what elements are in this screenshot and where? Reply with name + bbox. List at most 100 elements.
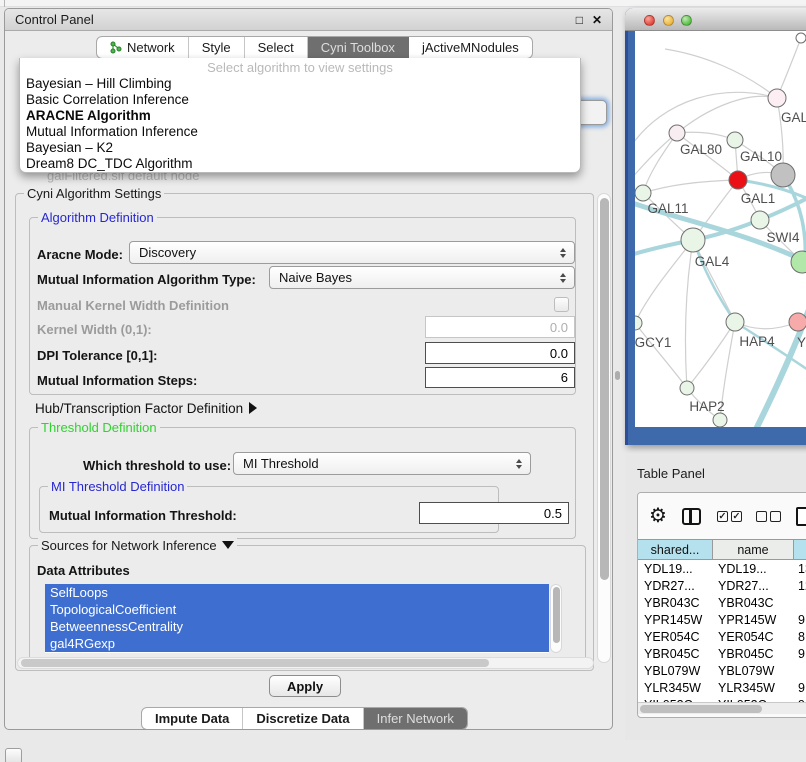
- table-row[interactable]: YBR045CYBR045C9.: [638, 645, 806, 662]
- select-all-button[interactable]: ✓ ✓: [717, 511, 742, 522]
- mac-minimize-button[interactable]: [663, 15, 674, 26]
- hub-definition-toggle[interactable]: Hub/Transcription Factor Definition: [35, 401, 257, 416]
- attribute-item[interactable]: BetweennessCentrality: [45, 618, 549, 635]
- algorithm-option[interactable]: Dream8 DC_TDC Algorithm: [20, 156, 580, 172]
- tab-discretize-data[interactable]: Discretize Data: [243, 708, 363, 729]
- table-cell: YLR345W: [713, 681, 794, 695]
- table-row[interactable]: YLR345WYLR345W9.: [638, 679, 806, 696]
- table-cell: YER054C: [638, 630, 713, 644]
- tab-network[interactable]: Network: [97, 37, 189, 58]
- kernel-width-field[interactable]: 0.0: [425, 316, 575, 338]
- network-node[interactable]: [796, 33, 806, 43]
- sources-title-wrap[interactable]: Sources for Network Inference: [38, 538, 237, 553]
- attribute-item[interactable]: gal4RGexp: [45, 635, 549, 652]
- mac-zoom-button[interactable]: [681, 15, 692, 26]
- dpi-tolerance-field[interactable]: 0.0: [425, 342, 575, 364]
- algorithm-option[interactable]: Bayesian – Hill Climbing: [20, 76, 580, 92]
- column-header[interactable]: name: [713, 540, 794, 559]
- column-header[interactable]: shared...: [638, 540, 713, 559]
- network-edge[interactable]: [677, 96, 777, 133]
- panel-divider-handle[interactable]: [615, 371, 620, 380]
- table-row[interactable]: YER054CYER054C8.: [638, 628, 806, 645]
- attribute-item[interactable]: TopologicalCoefficient: [45, 601, 549, 618]
- network-edge[interactable]: [685, 240, 693, 388]
- mac-close-button[interactable]: [644, 15, 655, 26]
- table-cell: 9.: [794, 647, 806, 661]
- tab-impute-data[interactable]: Impute Data: [142, 708, 243, 729]
- tab-jactivemnodules[interactable]: jActiveMNodules: [409, 37, 532, 58]
- table-row[interactable]: YDR27...YDR27...12: [638, 577, 806, 594]
- settings-vertical-scrollbar[interactable]: [597, 193, 611, 663]
- network-node-hap4[interactable]: [726, 313, 744, 331]
- network-edge[interactable]: [635, 323, 687, 388]
- mi-threshold-field[interactable]: 0.5: [419, 502, 569, 524]
- network-node[interactable]: [713, 413, 727, 427]
- table-cell: 12: [794, 579, 806, 593]
- network-node-gal4[interactable]: [681, 228, 705, 252]
- attribute-item[interactable]: SelfLoops: [45, 584, 549, 601]
- data-attributes-label: Data Attributes: [37, 563, 130, 578]
- network-node-gcy1[interactable]: [635, 316, 642, 330]
- algorithm-option[interactable]: Basic Correlation Inference: [20, 92, 580, 108]
- network-node-gal11[interactable]: [635, 185, 651, 201]
- network-edge[interactable]: [643, 180, 738, 193]
- collapse-arrow-icon: [222, 541, 234, 549]
- float-window-icon[interactable]: □: [576, 13, 583, 27]
- algorithm-option[interactable]: Mutual Information Inference: [20, 124, 580, 140]
- column-layout-button[interactable]: [682, 508, 701, 525]
- network-icon: [110, 41, 122, 54]
- table-cell: YBL079W: [713, 664, 794, 678]
- network-edge[interactable]: [687, 322, 735, 388]
- manual-kernel-checkbox[interactable]: [554, 297, 569, 312]
- network-node-swi4[interactable]: [751, 211, 769, 229]
- network-edge[interactable]: [677, 132, 735, 140]
- column-header[interactable]: A: [794, 540, 806, 559]
- mi-steps-field[interactable]: 6: [425, 367, 575, 388]
- table-row[interactable]: YDL19...YDL19...13: [638, 560, 806, 577]
- bottom-left-grip-button[interactable]: [5, 748, 22, 762]
- tab-cyni-toolbox[interactable]: Cyni Toolbox: [308, 37, 409, 58]
- settings-horizontal-scrollbar[interactable]: [17, 657, 594, 669]
- network-node-gal80[interactable]: [669, 125, 685, 141]
- network-window-titlebar[interactable]: [625, 8, 806, 31]
- gear-icon: ⚙: [649, 506, 667, 526]
- network-edge[interactable]: [777, 38, 801, 98]
- network-edge[interactable]: [643, 133, 677, 193]
- attributes-list-scrollbar[interactable]: [550, 584, 562, 653]
- close-window-icon[interactable]: ✕: [592, 13, 602, 27]
- network-edge-highlighted[interactable]: [783, 175, 805, 262]
- aracne-mode-combo[interactable]: Discovery: [129, 241, 575, 264]
- network-edge[interactable]: [665, 49, 777, 98]
- table-cell: YBR045C: [638, 647, 713, 661]
- new-table-button[interactable]: [796, 507, 806, 526]
- network-node-gal[interactable]: [768, 89, 786, 107]
- network-node-y[interactable]: [789, 313, 806, 331]
- network-canvas[interactable]: GALGAL80GAL10GAL1GAL11SWI4GAL4GCY1HAP4YH…: [635, 31, 806, 427]
- network-edge[interactable]: [693, 240, 735, 322]
- network-node-gal1[interactable]: [729, 171, 747, 189]
- table-horizontal-scrollbar[interactable]: [638, 702, 806, 714]
- tab-select[interactable]: Select: [245, 37, 308, 58]
- apply-button[interactable]: Apply: [269, 675, 341, 697]
- network-node-hap2[interactable]: [680, 381, 694, 395]
- table-row[interactable]: YBL079WYBL079W: [638, 662, 806, 679]
- node-label: GCY1: [635, 335, 671, 350]
- mi-type-combo[interactable]: Naive Bayes: [269, 266, 575, 289]
- which-threshold-value: MI Threshold: [243, 456, 511, 471]
- aracne-mode-value: Discovery: [139, 245, 555, 260]
- deselect-all-button[interactable]: [756, 511, 781, 522]
- algorithm-option[interactable]: Bayesian – K2: [20, 140, 580, 156]
- network-node-gal10[interactable]: [727, 132, 743, 148]
- which-threshold-combo[interactable]: MI Threshold: [233, 452, 531, 475]
- table-cell: YPR145W: [713, 613, 794, 627]
- which-threshold-label: Which threshold to use:: [83, 458, 231, 473]
- network-edge[interactable]: [635, 133, 677, 181]
- network-edge[interactable]: [635, 92, 777, 149]
- network-node[interactable]: [771, 163, 795, 187]
- table-settings-button[interactable]: ⚙: [649, 506, 667, 526]
- tab-style[interactable]: Style: [189, 37, 245, 58]
- algorithm-option[interactable]: ARACNE Algorithm: [20, 108, 580, 124]
- table-row[interactable]: YBR043CYBR043C: [638, 594, 806, 611]
- tab-infer-network[interactable]: Infer Network: [364, 708, 467, 729]
- table-row[interactable]: YPR145WYPR145W9.: [638, 611, 806, 628]
